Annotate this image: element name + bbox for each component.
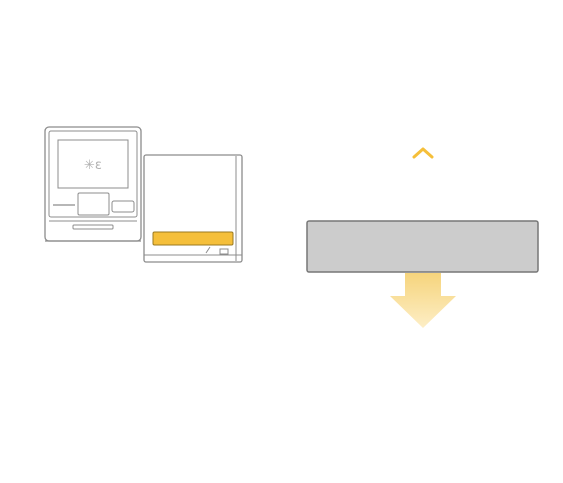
- chevron-up-icon: [412, 147, 434, 159]
- atm-kiosk: ✳ε: [43, 126, 244, 352]
- arrow-down-icon: [390, 273, 456, 328]
- card: [306, 220, 539, 273]
- card-slot-highlight: [152, 231, 234, 246]
- insert-card-hint: [306, 147, 539, 328]
- screen-logo: ✳ε: [84, 158, 102, 173]
- atm-screen-unit: ✳ε: [44, 126, 142, 242]
- atm-card-unit: [143, 154, 243, 263]
- card-insert-illustration: ✳ε: [43, 126, 539, 352]
